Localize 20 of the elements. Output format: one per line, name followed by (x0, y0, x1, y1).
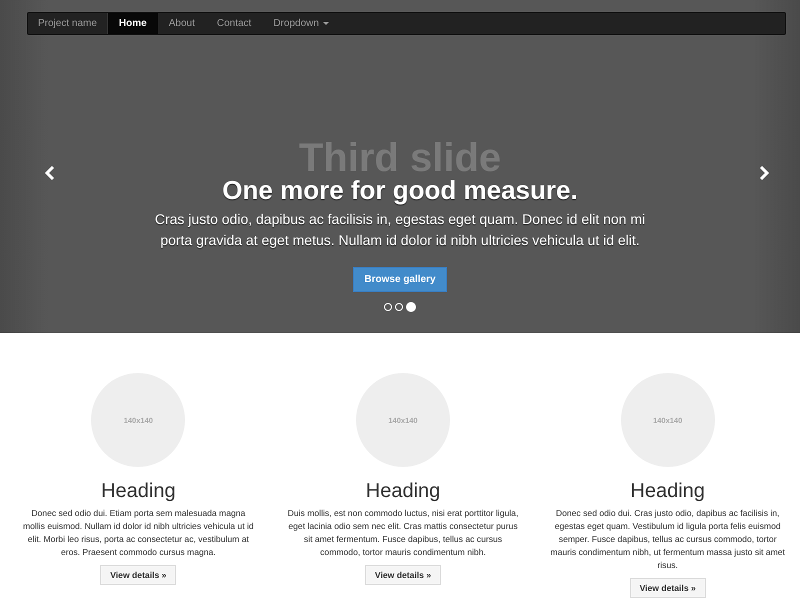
column-heading: Heading (630, 479, 705, 503)
column-text: Donec sed odio dui. Cras justo odio, dapibus ac facilisis in, egestas eget quam. Vestibulum id ligula porta felis euismod semper. Fusce dapibus, tellus ac cursus commodo, tortor mauris condimentum nibh, ut fermentum massa justo sit amet risus. (549, 507, 786, 572)
carousel-indicator[interactable] (395, 303, 403, 311)
nav-link[interactable]: About (158, 13, 206, 34)
view-details-button[interactable]: View details » (364, 565, 442, 585)
column-heading: Heading (366, 479, 440, 503)
view-details-button[interactable]: View details » (630, 578, 706, 598)
view-details-button[interactable]: View details » (100, 565, 176, 585)
slide-heading: One more for good measure. (221, 174, 579, 206)
column-heading: Heading (101, 479, 176, 503)
carousel-indicator[interactable] (384, 303, 392, 311)
column-text: Duis mollis, est non commodo luctus, nisi erat porttitor ligula, eget lacinia odio sem nec elit. Cras mattis consectetur purus sit amet fermentum. Fusce dapibus, tellus ac cursus commodo, tortor mauris condimentum nibh. (286, 507, 520, 559)
slide-text: Cras justo odio, dapibus ac facilisis in, egestas eget quam. Donec id elit non mi porta gravida at eget metus. Nullam id dolor id nibh ultricies vehicula ut id elit. (154, 210, 646, 250)
caret-icon (322, 22, 329, 25)
nav-link[interactable]: Dropdown (262, 13, 340, 34)
browse-gallery-button[interactable]: Browse gallery (353, 267, 447, 292)
nav-link[interactable]: Home (108, 13, 158, 34)
column-text: Donec sed odio dui. Etiam porta sem malesuada magna mollis euismod. Nullam id dolor id nibh ultricies vehicula ut id elit. Morbi leo risus, porta ac consectetur ac, vestibulum at eros. Praesent commodo cursus magna. (22, 507, 255, 559)
carousel-indicator[interactable] (406, 302, 416, 312)
nav-link[interactable]: Contact (206, 13, 262, 34)
